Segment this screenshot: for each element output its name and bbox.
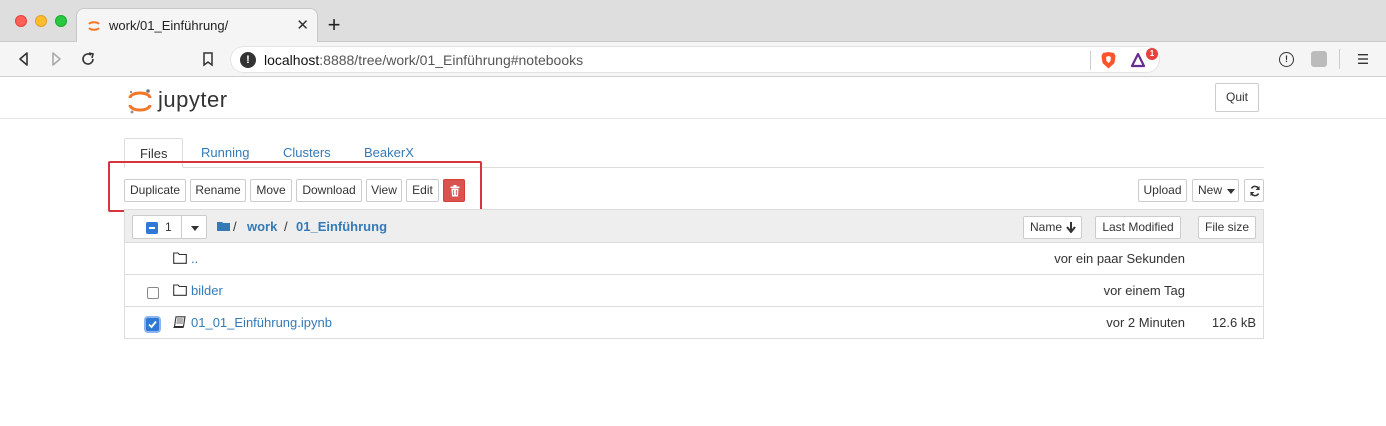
new-dropdown-button[interactable]: New [1192,179,1239,202]
sort-by-name-button[interactable]: Name [1023,216,1082,239]
quit-button[interactable]: Quit [1215,83,1259,112]
sort-name-label: Name [1030,220,1063,234]
item-size: 12.6 kB [1211,315,1256,330]
maximize-window-button[interactable] [55,15,67,27]
breadcrumb-separator: / [233,219,237,234]
list-item[interactable]: .. vor ein paar Sekunden [125,243,1263,275]
jupyter-logo-text: jupyter [158,87,228,112]
list-item[interactable]: bilder vor einem Tag [125,275,1263,307]
caret-down-icon [1227,189,1235,194]
new-button-label: New [1198,183,1223,197]
url-divider [1090,51,1091,70]
jupyter-favicon-icon [88,21,100,31]
reload-icon[interactable] [79,50,97,68]
extension-icon[interactable] [1311,51,1327,67]
sort-by-file-size-button[interactable]: File size [1198,216,1256,239]
minimize-window-button[interactable] [35,15,47,27]
notification-badge: 1 [1146,48,1158,60]
breadcrumb-separator: / [284,219,288,234]
folder-icon [173,284,187,296]
notebook-icon [173,316,186,328]
item-checkbox-checked[interactable] [144,316,161,333]
tab-title: work/01_Einführung/ [109,18,229,33]
list-item[interactable]: 01_01_Einführung.ipynb vor 2 Minuten 12.… [125,307,1263,339]
browser-tab[interactable]: work/01_Einführung/ ✕ [76,8,318,42]
browser-titlebar: work/01_Einführung/ ✕ + [0,0,1386,42]
refresh-list-button[interactable] [1244,179,1264,202]
item-modified: vor ein paar Sekunden [1054,251,1185,266]
folder-home-icon[interactable] [217,221,230,231]
selected-count: 1 [165,220,172,234]
file-list: 1 / work / 01_Einführung Name Last Modif… [124,209,1264,339]
breadcrumb-work[interactable]: work [247,219,277,234]
tab-close-icon[interactable]: ✕ [296,16,309,34]
close-window-button[interactable] [15,15,27,27]
extension-info-icon[interactable]: ! [1279,52,1294,67]
url-text[interactable]: localhost:8888/tree/work/01_Einführung#n… [264,52,583,68]
address-bar[interactable]: ! localhost:8888/tree/work/01_Einführung… [230,46,1160,73]
arrow-down-icon [1066,222,1076,233]
caret-down-icon [191,226,199,231]
upload-button[interactable]: Upload [1138,179,1187,202]
item-name-link[interactable]: .. [191,251,198,266]
forward-icon[interactable] [47,50,65,68]
annotation-highlight-box [108,161,482,212]
breadcrumb-current-folder[interactable]: 01_Einführung [296,219,387,234]
refresh-icon [1250,185,1260,197]
url-host: localhost [264,52,320,68]
item-name-link[interactable]: bilder [191,283,223,298]
item-name-link[interactable]: 01_01_Einführung.ipynb [191,315,332,330]
folder-icon [173,252,187,264]
select-all-checkbox[interactable] [146,222,158,234]
browser-toolbar: ! localhost:8888/tree/work/01_Einführung… [0,42,1386,77]
item-modified: vor einem Tag [1103,283,1185,298]
url-path: :8888/tree/work/01_Einführung#notebooks [319,52,584,68]
bookmark-icon[interactable] [199,50,217,68]
item-modified: vor 2 Minuten [1106,315,1185,330]
checkmark-icon [148,320,157,329]
toolbar-divider [1339,49,1340,69]
brave-shield-icon[interactable] [1100,51,1117,70]
new-tab-icon[interactable]: + [323,14,345,37]
select-all-dropdown[interactable]: 1 [132,215,207,239]
item-checkbox[interactable] [147,287,159,299]
menu-icon[interactable] [1356,52,1370,66]
sort-by-last-modified-button[interactable]: Last Modified [1095,216,1181,239]
back-icon[interactable] [15,50,33,68]
file-list-header: 1 / work / 01_Einführung Name Last Modif… [125,210,1263,243]
jupyter-header: jupyter Quit [0,77,1386,119]
jupyter-logo-icon [128,89,152,114]
site-info-icon[interactable]: ! [240,52,256,68]
